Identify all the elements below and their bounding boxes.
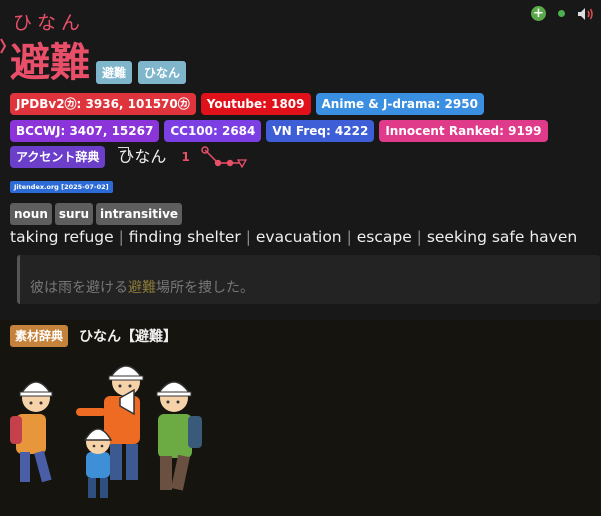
- evacuee-figure-1: [10, 381, 53, 483]
- example-sentence: 彼は雨を避ける避難場所を捜した。: [30, 280, 254, 296]
- play-audio-button[interactable]: [577, 7, 595, 21]
- pos-tag-intransitive[interactable]: intransitive: [96, 203, 183, 225]
- speaker-icon: [578, 7, 593, 20]
- pos-tag-noun[interactable]: noun: [10, 203, 52, 225]
- headword: 避難: [10, 39, 90, 86]
- status-indicator[interactable]: [558, 10, 565, 17]
- reading-furigana: ひなん: [13, 12, 86, 34]
- gloss-list: taking refuge | finding shelter | evacua…: [10, 228, 578, 246]
- freq-badge-bccwj[interactable]: BCCWJ: 3407, 15267: [10, 120, 160, 142]
- plus-circle-icon: +: [531, 6, 546, 21]
- pitch-dict-badge[interactable]: アクセント辞典: [10, 146, 106, 168]
- evacuee-figure-3: [156, 381, 202, 491]
- freq-badge-anime[interactable]: Anime & J-drama: 2950: [315, 93, 484, 115]
- add-note-button[interactable]: +: [531, 6, 546, 21]
- pitch-kana-low: なん: [134, 147, 167, 166]
- freq-badge-innocent[interactable]: Innocent Ranked: 9199: [379, 120, 548, 142]
- sozai-dict-tag[interactable]: 素材辞典: [10, 325, 69, 347]
- freq-badge-vn[interactable]: VN Freq: 4222: [266, 120, 375, 142]
- pitch-overline: [118, 147, 130, 156]
- frequency-row-1: JPDBv2㋕: 3936, 101570㋕ Youtube: 1809 Ani…: [10, 93, 484, 115]
- evacuation-illustration-icon: [10, 365, 202, 498]
- frequency-row-2: BCCWJ: 3407, 15267 CC100: 2684 VN Freq: …: [10, 120, 548, 142]
- headword-tags: 避難 ひなん: [96, 61, 187, 84]
- sozai-title: ひなん【避難】: [79, 329, 177, 345]
- kana-tag[interactable]: ひなん: [138, 61, 187, 84]
- gloss-item: evacuation: [255, 228, 342, 246]
- evacuee-figure-child: [83, 428, 113, 498]
- pitch-number: 1: [181, 150, 190, 164]
- gloss-item: taking refuge: [10, 228, 114, 246]
- green-dot-icon: [558, 10, 565, 17]
- gloss-item: escape: [356, 228, 412, 246]
- example-highlight: 避難: [128, 280, 156, 296]
- freq-badge-jpdb[interactable]: JPDBv2㋕: 3936, 101570㋕: [10, 93, 196, 115]
- example-sentence-box: 彼は雨を避ける避難場所を捜した。: [17, 255, 600, 304]
- freq-badge-cc100[interactable]: CC100: 2684: [164, 120, 262, 142]
- gloss-item: seeking safe haven: [426, 228, 578, 246]
- pitch-reading: ひなん: [118, 146, 166, 168]
- pitch-row: アクセント辞典 ひなん 1: [10, 146, 249, 168]
- part-of-speech-tags: noun suru intransitive: [10, 203, 183, 225]
- entry-actions: +: [531, 6, 595, 21]
- pos-tag-suru[interactable]: suru: [54, 203, 94, 225]
- dictionary-source-label[interactable]: Jitendex.org [2025-07-02]: [10, 181, 113, 193]
- kanji-tag[interactable]: 避難: [96, 61, 133, 84]
- freq-badge-youtube[interactable]: Youtube: 1809: [200, 93, 311, 115]
- edge-marker-icon: [0, 38, 6, 54]
- pitch-graph-icon: [201, 146, 247, 168]
- gloss-item: finding shelter: [128, 228, 241, 246]
